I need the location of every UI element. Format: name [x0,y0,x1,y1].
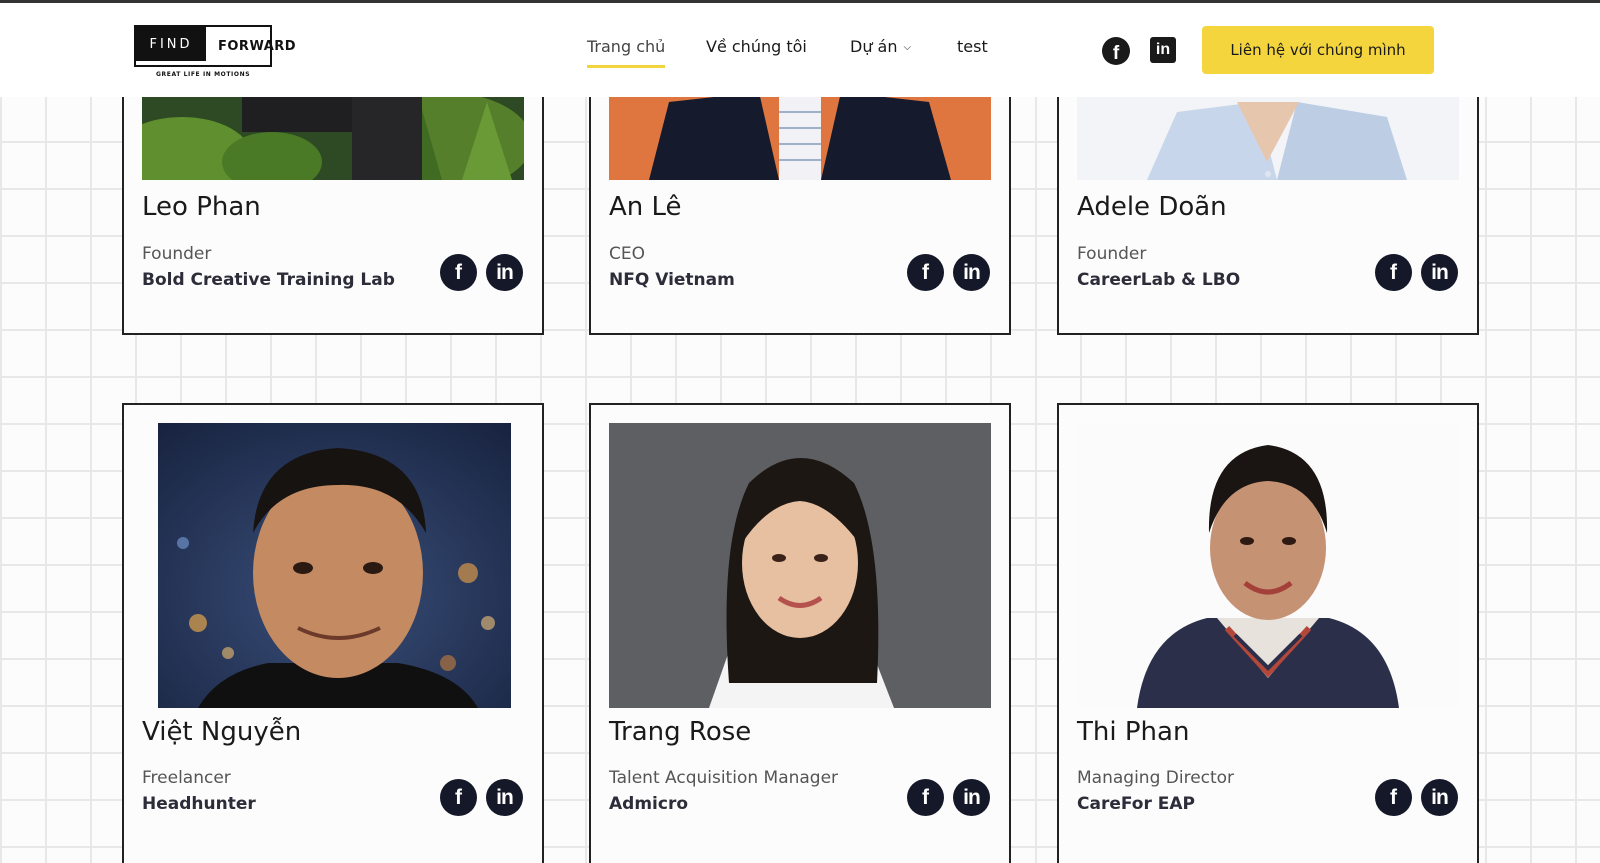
nav-item-home[interactable]: Trang chủ [587,37,666,68]
chevron-down-icon: ⌵ [903,42,912,53]
top-border [0,0,1600,3]
person-company: CareerLab & LBO [1077,270,1241,290]
linkedin-icon[interactable]: in [953,779,990,816]
facebook-icon[interactable]: f [440,254,477,291]
nav-item-label: Dự án [850,37,898,56]
nav-item-projects[interactable]: Dự án ⌵ [850,37,911,56]
nav-item-label: Trang chủ [587,37,666,56]
linkedin-icon[interactable]: in [486,779,523,816]
logo-forward-text: FORWARD [218,39,297,54]
person-company: CareFor EAP [1077,794,1195,814]
person-name: An Lê [609,192,682,222]
findforward-logo[interactable]: FIND FORWARD GREAT LIFE IN MOTIONS [134,25,300,79]
header-linkedin-link[interactable]: in [1150,37,1178,65]
linkedin-icon: in [1150,37,1176,63]
person-role: Talent Acquisition Manager [609,768,839,788]
site-header: FIND FORWARD GREAT LIFE IN MOTIONS Trang… [0,3,1600,97]
team-card-adele-doan: Adele Doãn Founder CareerLab & LBO f in [1057,60,1479,335]
person-company: Admicro [609,794,689,814]
nav-item-test[interactable]: test [957,37,988,56]
facebook-icon[interactable]: f [1375,779,1412,816]
person-name: Thi Phan [1077,717,1190,747]
facebook-icon[interactable]: f [907,779,944,816]
profile-photo-viet-nguyen [158,423,511,708]
facebook-icon[interactable]: f [1375,254,1412,291]
linkedin-icon[interactable]: in [953,254,990,291]
nav-item-about[interactable]: Về chúng tôi [706,37,807,56]
person-name: Việt Nguyễn [142,717,302,747]
person-role: CEO [609,244,645,264]
linkedin-icon[interactable]: in [1421,779,1458,816]
facebook-icon: f [1102,37,1130,65]
person-name: Trang Rose [609,717,752,747]
profile-photo-trang-rose [609,423,991,708]
logo-find-text: FIND [136,27,206,61]
team-card-leo-phan: Leo Phan Founder Bold Creative Training … [122,60,544,335]
person-name: Adele Doãn [1077,192,1227,222]
team-card-trang-rose: Trang Rose Talent Acquisition Manager Ad… [589,403,1011,863]
profile-photo-thi-phan [1077,423,1459,708]
facebook-icon[interactable]: f [907,254,944,291]
nav-item-label: Về chúng tôi [706,37,807,56]
linkedin-icon[interactable]: in [486,254,523,291]
active-nav-underline [587,65,666,68]
contact-us-button[interactable]: Liên hệ với chúng mình [1202,26,1434,74]
person-role: Founder [142,244,212,264]
logo-tagline: GREAT LIFE IN MOTIONS [156,71,251,78]
person-name: Leo Phan [142,192,261,222]
person-company: Headhunter [142,794,256,814]
team-card-thi-phan: Thi Phan Managing Director CareFor EAP f… [1057,403,1479,863]
person-company: NFQ Vietnam [609,270,735,290]
team-card-viet-nguyen: Việt Nguyễn Freelancer Headhunter f in [122,403,544,863]
nav-item-label: test [957,37,988,56]
team-card-an-le: An Lê CEO NFQ Vietnam f in [589,60,1011,335]
linkedin-icon[interactable]: in [1421,254,1458,291]
person-company: Bold Creative Training Lab [142,270,395,290]
header-facebook-link[interactable]: f [1102,37,1130,65]
person-role: Freelancer [142,768,231,788]
person-role: Founder [1077,244,1147,264]
facebook-icon[interactable]: f [440,779,477,816]
person-role: Managing Director [1077,768,1235,788]
